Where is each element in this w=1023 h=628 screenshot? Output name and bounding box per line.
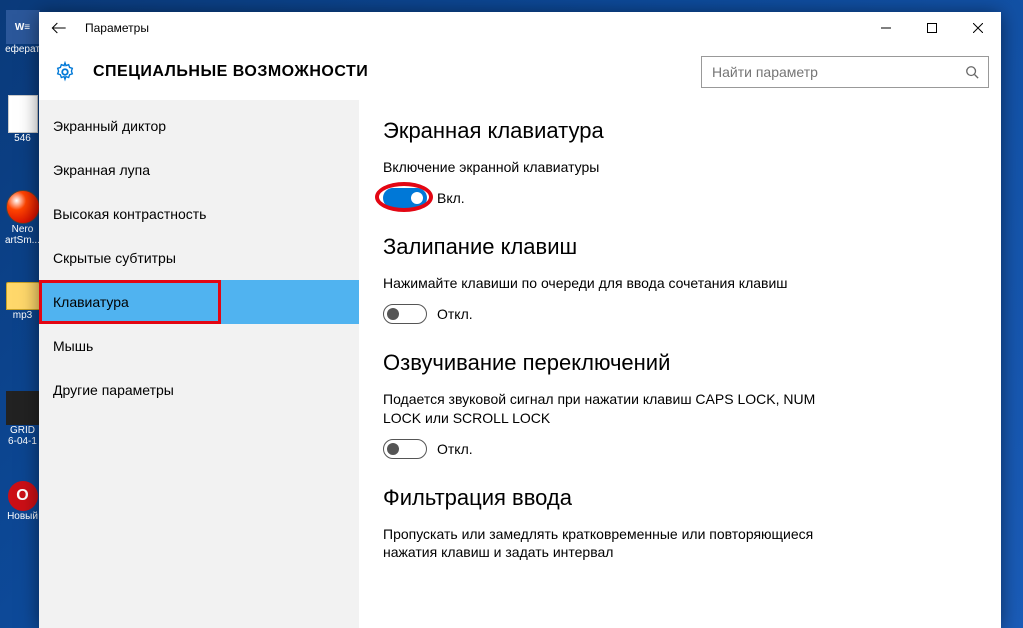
section-filter-keys: Фильтрация ввода Пропускать или замедлят… (383, 485, 977, 561)
sidebar-item-label: Скрытые субтитры (53, 250, 176, 266)
desktop-icon-label: 546 (14, 133, 31, 144)
window-title: Параметры (79, 21, 149, 35)
toggle-onscreen-keyboard[interactable] (383, 188, 427, 208)
section-description: Включение экранной клавиатуры (383, 158, 843, 176)
settings-body: Экранный диктор Экранная лупа Высокая ко… (39, 100, 1001, 628)
section-heading: Залипание клавиш (383, 234, 977, 260)
desktop-background: W≡ еферат 546 Nero artSm... mp3 GRID 6-0… (0, 0, 1023, 628)
toggle-state-label: Откл. (437, 306, 473, 322)
sidebar-item-high-contrast[interactable]: Высокая контрастность (39, 192, 359, 236)
minimize-button[interactable] (863, 12, 909, 44)
content-bottom-fade (359, 622, 1001, 628)
section-heading: Фильтрация ввода (383, 485, 977, 511)
section-description: Нажимайте клавиши по очереди для ввода с… (383, 274, 843, 292)
sidebar-item-label: Клавиатура (53, 294, 129, 310)
sidebar-item-label: Другие параметры (53, 382, 174, 398)
toggle-state-label: Откл. (437, 441, 473, 457)
toggle-sticky-keys[interactable] (383, 304, 427, 324)
desktop-icon-label: mp3 (13, 310, 32, 321)
section-onscreen-keyboard: Экранная клавиатура Включение экранной к… (383, 118, 977, 208)
section-sticky-keys: Залипание клавиш Нажимайте клавиши по оч… (383, 234, 977, 324)
toggle-knob (387, 308, 399, 320)
settings-header: СПЕЦИАЛЬНЫЕ ВОЗМОЖНОСТИ (39, 44, 1001, 100)
text-file-icon (8, 95, 38, 133)
section-heading: Экранная клавиатура (383, 118, 977, 144)
desktop-icon-label: Nero artSm... (5, 224, 40, 246)
toggle-toggle-keys[interactable] (383, 439, 427, 459)
sidebar-item-mouse[interactable]: Мышь (39, 324, 359, 368)
window-controls (863, 12, 1001, 44)
sidebar-item-label: Экранная лупа (53, 162, 150, 178)
grid-game-icon (6, 391, 40, 425)
desktop-icon-label: Новый (7, 511, 38, 522)
section-description: Подается звуковой сигнал при нажатии кла… (383, 390, 843, 426)
word-icon: W≡ (6, 10, 40, 44)
maximize-icon (927, 23, 937, 33)
desktop-icon-label: еферат (5, 44, 40, 55)
back-button[interactable] (39, 12, 79, 44)
minimize-icon (881, 23, 891, 33)
search-box[interactable] (701, 56, 989, 88)
toggle-knob (387, 443, 399, 455)
toggle-knob (411, 192, 423, 204)
folder-icon (6, 282, 40, 310)
nero-icon (6, 190, 40, 224)
section-toggle-keys: Озвучивание переключений Подается звуков… (383, 350, 977, 458)
sidebar-item-closed-captions[interactable]: Скрытые субтитры (39, 236, 359, 280)
titlebar: Параметры (39, 12, 1001, 44)
category-title: СПЕЦИАЛЬНЫЕ ВОЗМОЖНОСТИ (93, 63, 701, 81)
maximize-button[interactable] (909, 12, 955, 44)
close-icon (973, 23, 983, 33)
toggle-state-label: Вкл. (437, 190, 465, 206)
content-pane: Экранная клавиатура Включение экранной к… (359, 100, 1001, 628)
sidebar-item-label: Мышь (53, 338, 93, 354)
back-arrow-icon (49, 18, 69, 38)
sidebar-item-magnifier[interactable]: Экранная лупа (39, 148, 359, 192)
section-heading: Озвучивание переключений (383, 350, 977, 376)
desktop-icon-label: GRID 6-04-1 (8, 425, 37, 447)
sidebar-item-label: Экранный диктор (53, 118, 166, 134)
section-description: Пропускать или замедлять кратковременные… (383, 525, 843, 561)
opera-icon: O (8, 481, 38, 511)
sidebar-item-narrator[interactable]: Экранный диктор (39, 104, 359, 148)
sidebar: Экранный диктор Экранная лупа Высокая ко… (39, 100, 359, 628)
desktop-right-strip (1008, 0, 1023, 628)
search-icon[interactable] (956, 65, 988, 79)
search-input[interactable] (702, 64, 956, 80)
settings-window: Параметры СПЕЦИАЛЬНЫЕ ВОЗМОЖ (39, 12, 1001, 628)
gear-icon (51, 58, 79, 86)
sidebar-item-keyboard[interactable]: Клавиатура (39, 280, 359, 324)
close-button[interactable] (955, 12, 1001, 44)
sidebar-item-other-options[interactable]: Другие параметры (39, 368, 359, 412)
sidebar-item-label: Высокая контрастность (53, 206, 206, 222)
